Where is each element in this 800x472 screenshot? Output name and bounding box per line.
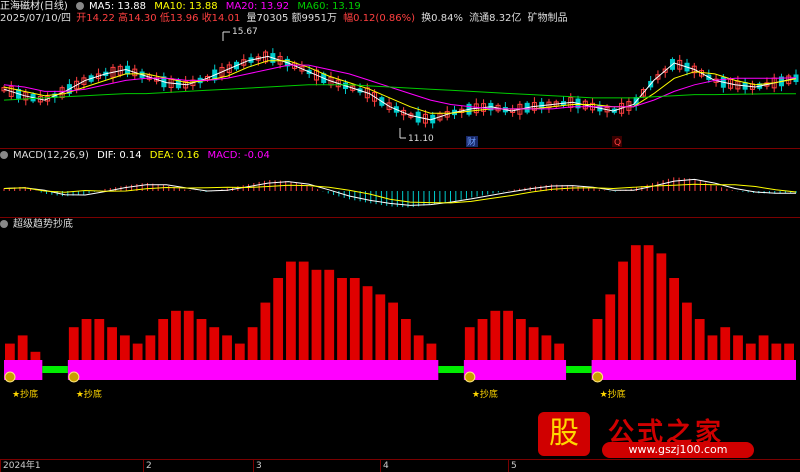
money-bag-icon [68,371,80,383]
indicator-bar [656,253,667,360]
time-tick: 2024年1 [0,460,41,472]
trend-band-up [67,360,439,380]
indicator-bar [260,302,271,360]
indicator-bar [477,319,488,360]
high-price-label: 15.67 [232,27,258,37]
indicator-bar [745,343,756,360]
trend-band [4,360,796,380]
indicator-bar [490,310,501,360]
indicator-bar [669,278,680,360]
bottom-signal-label: ★抄底 [12,388,38,400]
indicator-bar [528,327,539,360]
trend-band-down [42,366,68,373]
watermark-url: www.gszj100.com [602,442,754,458]
indicator-bar [413,335,424,360]
indicator-bar [630,245,641,360]
price-panel[interactable]: 15.67 11.10 财 Q [0,0,800,148]
indicator-bar [784,343,794,360]
indicator-bar [733,335,743,360]
time-tick: 2 [143,460,152,472]
indicator-bar [247,327,258,360]
macd-lines [3,178,797,206]
indicator-bar [273,278,284,360]
ma-line-ma10 [3,60,797,114]
indicator-bar [592,319,603,360]
indicator-bar [682,302,692,360]
indicator-bar [119,335,130,360]
money-bag-icon [4,371,16,383]
candlesticks [1,48,799,129]
indicator-bar [541,335,552,360]
ma-line-ma60 [3,84,796,101]
macd-dif-line [3,178,796,206]
indicator-bar [209,327,220,360]
indicator-bar [17,335,28,360]
money-bag-icon [592,371,604,383]
indicator-bar [694,319,705,360]
indicator-bars [5,245,794,360]
indicator-bar [554,343,565,360]
indicator-bar [720,327,731,360]
indicator-bar [171,310,181,360]
time-axis: 2024年1 2 3 4 5 [0,459,800,472]
macd-panel[interactable] [0,149,800,219]
finance-marker-label: 财 [467,136,476,148]
ma-line-ma5 [3,55,797,121]
indicator-bar [196,319,207,360]
event-marker-label: Q [614,138,621,148]
macd-histogram [3,177,797,208]
indicator-bar [464,327,475,360]
indicator-bar [158,319,169,360]
indicator-bar [605,294,616,360]
indicator-bar [388,302,398,360]
indicator-bar [515,319,526,360]
time-tick: 3 [253,460,262,472]
indicator-bar [286,261,296,360]
low-price-label: 11.10 [408,134,434,144]
indicator-bar [298,261,309,360]
indicator-bar [503,310,513,360]
indicator-bar [618,261,628,360]
bottom-signal-label: ★抄底 [472,388,498,400]
indicator-bar [426,343,437,360]
indicator-bar [145,335,156,360]
indicator-bar [132,343,143,360]
bottom-signal-label: ★抄底 [76,388,102,400]
indicator-bar [362,286,373,360]
indicator-bar [375,294,386,360]
macd-dea-line [3,183,797,204]
moving-average-lines [3,55,797,121]
bottom-signal-label: ★抄底 [600,388,626,400]
indicator-bar [311,269,322,360]
indicator-bar [81,319,92,360]
stock-chart-window: 正海磁材(日线) MA5: 13.88 MA10: 13.88 MA20: 13… [0,0,800,472]
site-watermark: 股 公式之家 www.gszj100.com [538,412,768,460]
indicator-bar [183,310,194,360]
trend-band-down [566,366,592,373]
indicator-bar [30,351,41,360]
money-bag-icon [464,371,476,383]
indicator-bar [758,335,769,360]
trend-band-up [463,360,567,380]
indicator-bar [94,319,105,360]
time-tick: 5 [508,460,517,472]
indicator-bar [5,343,15,360]
indicator-bar [337,278,347,360]
indicator-bar [349,278,360,360]
trend-band-down [438,366,464,373]
indicator-bar [68,327,79,360]
indicator-bar [771,343,782,360]
indicator-bar [324,269,335,360]
indicator-bar [707,335,718,360]
watermark-logo: 股 [538,412,590,456]
time-tick: 4 [380,460,389,472]
indicator-bar [401,319,411,360]
indicator-bar [222,335,232,360]
indicator-bar [234,343,245,360]
trend-band-up [591,360,796,380]
indicator-bar [643,245,654,360]
indicator-bar [107,327,117,360]
